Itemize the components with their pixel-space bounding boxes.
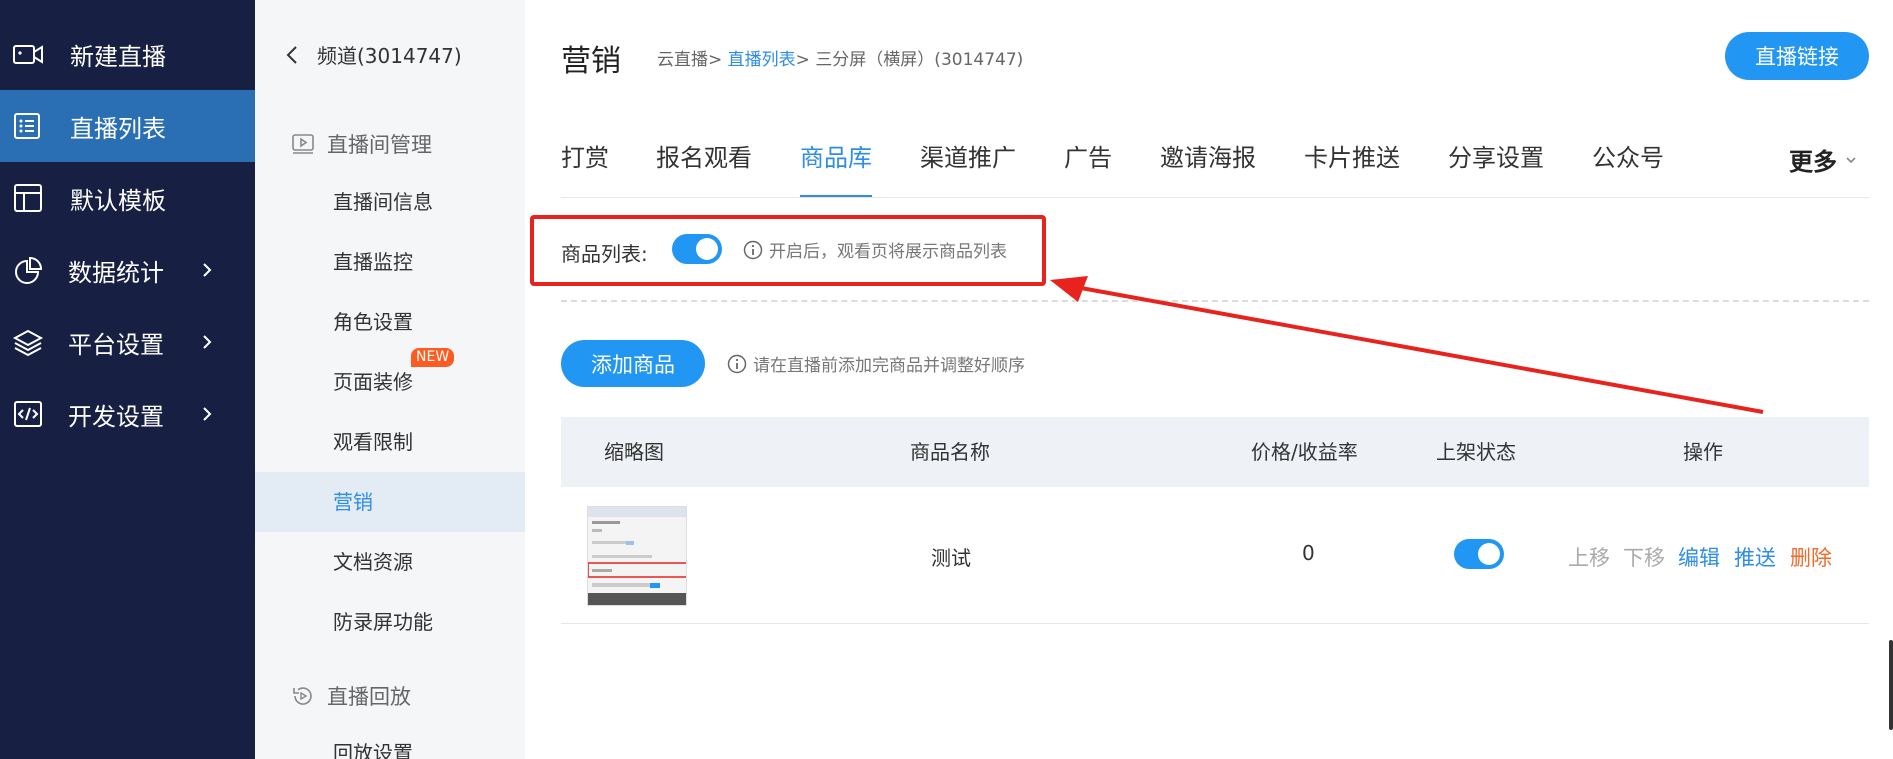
product-list-hint: 开启后，观看页将展示商品列表 bbox=[743, 237, 1007, 262]
sidebar-item-view-restriction[interactable]: 观看限制 bbox=[255, 412, 525, 472]
nav-item-label: 新建直播 bbox=[70, 42, 166, 71]
tabs-divider bbox=[561, 197, 1869, 198]
nav-item-label: 开发设置 bbox=[68, 402, 164, 431]
nav-item-live-list[interactable]: 直播列表 bbox=[0, 90, 255, 162]
product-list-hint-text: 开启后，观看页将展示商品列表 bbox=[769, 242, 1007, 262]
main-content: 营销 云直播> 直播列表> 三分屏（横屏）(3014747) 直播链接 打赏 报… bbox=[525, 0, 1893, 759]
add-product-hint-text: 请在直播前添加完商品并调整好顺序 bbox=[753, 356, 1025, 376]
sidebar-item-role-settings[interactable]: 角色设置 bbox=[255, 292, 525, 352]
sidebar-item-documents[interactable]: 文档资源 bbox=[255, 532, 525, 592]
nav-item-new-live[interactable]: 新建直播 bbox=[0, 18, 255, 90]
section-replay: 直播回放 bbox=[291, 681, 411, 711]
toggle-knob bbox=[696, 238, 718, 260]
section-title: 直播回放 bbox=[327, 685, 411, 709]
thumbnail-image bbox=[588, 507, 686, 605]
product-list-label: 商品列表: bbox=[561, 242, 648, 266]
chevron-right-icon bbox=[203, 263, 212, 277]
chevron-down-icon bbox=[1846, 156, 1856, 163]
tab-signup[interactable]: 报名观看 bbox=[656, 138, 752, 198]
nav-item-dev-settings[interactable]: 开发设置 bbox=[0, 378, 255, 450]
shelf-status-toggle[interactable] bbox=[1454, 539, 1504, 569]
tab-channel-promotion[interactable]: 渠道推广 bbox=[920, 138, 1016, 198]
tab-reward[interactable]: 打赏 bbox=[561, 138, 609, 198]
channel-title: 频道(3014747) bbox=[317, 44, 462, 68]
nav-item-label: 数据统计 bbox=[68, 258, 164, 287]
tab-ads[interactable]: 广告 bbox=[1064, 138, 1112, 198]
sidebar-item-anti-recording[interactable]: 防录屏功能 bbox=[255, 592, 525, 652]
tab-share-settings[interactable]: 分享设置 bbox=[1448, 138, 1544, 198]
product-table: 缩略图 商品名称 价格/收益率 上架状态 操作 测试 0 上移 下移 编辑 推送… bbox=[561, 417, 1869, 624]
column-price: 价格/收益率 bbox=[1251, 440, 1358, 464]
nav-item-platform-settings[interactable]: 平台设置 bbox=[0, 306, 255, 378]
tab-card-push[interactable]: 卡片推送 bbox=[1304, 138, 1400, 198]
new-badge: NEW bbox=[411, 348, 455, 367]
page-title: 营销 bbox=[561, 44, 621, 79]
product-name: 测试 bbox=[931, 546, 971, 570]
layers-icon bbox=[12, 329, 44, 356]
product-list-toggle[interactable] bbox=[672, 234, 722, 264]
breadcrumb-live-list[interactable]: 直播列表 bbox=[728, 50, 796, 70]
nav-item-data-stats[interactable]: 数据统计 bbox=[0, 234, 255, 306]
tab-official-account[interactable]: 公众号 bbox=[1592, 138, 1664, 198]
channel-back-button[interactable]: 频道(3014747) bbox=[285, 40, 462, 69]
code-icon bbox=[14, 401, 42, 427]
info-icon bbox=[743, 240, 763, 259]
chevron-right-icon bbox=[203, 335, 212, 349]
nav-item-label: 直播列表 bbox=[70, 114, 166, 143]
delete-button[interactable]: 删除 bbox=[1790, 542, 1832, 572]
play-screen-icon bbox=[292, 134, 314, 154]
push-button[interactable]: 推送 bbox=[1734, 542, 1776, 572]
sidebar-item-marketing[interactable]: 营销 bbox=[255, 472, 525, 532]
annotation-arrow bbox=[1050, 276, 1764, 414]
move-up-button[interactable]: 上移 bbox=[1568, 542, 1610, 572]
replay-icon bbox=[293, 687, 312, 705]
sidebar-item-live-monitor[interactable]: 直播监控 bbox=[255, 232, 525, 292]
column-thumbnail: 缩略图 bbox=[604, 440, 664, 464]
video-camera-icon bbox=[13, 45, 43, 64]
nav-item-label: 平台设置 bbox=[68, 330, 164, 359]
toggle-knob bbox=[1478, 543, 1500, 565]
table-header: 缩略图 商品名称 价格/收益率 上架状态 操作 bbox=[561, 417, 1869, 487]
nav-item-default-template[interactable]: 默认模板 bbox=[0, 162, 255, 234]
breadcrumb-root[interactable]: 云直播 bbox=[657, 50, 708, 70]
section-title: 直播间管理 bbox=[327, 133, 432, 157]
pie-chart-icon bbox=[15, 256, 43, 284]
tab-invite-poster[interactable]: 邀请海报 bbox=[1160, 138, 1256, 198]
table-row: 测试 0 上移 下移 编辑 推送 删除 bbox=[561, 487, 1869, 624]
breadcrumb-separator: > bbox=[708, 50, 723, 70]
main-nav: 新建直播 直播列表 默认模板 数据统计 平台设置 开发设置 bbox=[0, 0, 255, 759]
nav-item-label: 默认模板 bbox=[70, 186, 166, 215]
app-root: 新建直播 直播列表 默认模板 数据统计 平台设置 开发设置 频道(3014747… bbox=[0, 0, 1893, 759]
live-link-button[interactable]: 直播链接 bbox=[1725, 32, 1869, 80]
channel-sidebar: 频道(3014747) 直播间管理 直播间信息 直播监控 角色设置 页面装修 N… bbox=[255, 0, 525, 759]
add-product-hint: 请在直播前添加完商品并调整好顺序 bbox=[727, 351, 1025, 376]
sidebar-item-page-decoration[interactable]: 页面装修 bbox=[255, 352, 525, 412]
sidebar-item-replay-settings[interactable]: 回放设置 bbox=[255, 723, 525, 759]
product-thumbnail bbox=[587, 506, 687, 606]
tabs-more-dropdown[interactable]: 更多 bbox=[1789, 142, 1857, 177]
breadcrumb: 云直播> 直播列表> 三分屏（横屏）(3014747) bbox=[657, 45, 1023, 70]
move-down-button[interactable]: 下移 bbox=[1623, 542, 1665, 572]
column-shelf-status: 上架状态 bbox=[1436, 440, 1516, 464]
sidebar-item-room-info[interactable]: 直播间信息 bbox=[255, 172, 525, 232]
list-icon bbox=[14, 113, 40, 139]
scrollbar-thumb[interactable] bbox=[1889, 640, 1893, 730]
chevron-left-icon bbox=[286, 45, 297, 64]
info-icon bbox=[727, 354, 747, 373]
column-actions: 操作 bbox=[1683, 440, 1723, 464]
product-price: 0 bbox=[1302, 541, 1315, 565]
edit-button[interactable]: 编辑 bbox=[1678, 542, 1720, 572]
add-product-button[interactable]: 添加商品 bbox=[561, 340, 705, 387]
breadcrumb-current: 三分屏（横屏）(3014747) bbox=[815, 50, 1024, 70]
section-room-management: 直播间管理 bbox=[291, 129, 432, 159]
column-product-name: 商品名称 bbox=[910, 440, 990, 464]
layout-template-icon bbox=[14, 184, 42, 212]
tab-product-library[interactable]: 商品库 bbox=[800, 138, 872, 198]
more-label: 更多 bbox=[1789, 148, 1837, 176]
chevron-right-icon bbox=[203, 407, 212, 421]
breadcrumb-separator: > bbox=[795, 50, 810, 70]
